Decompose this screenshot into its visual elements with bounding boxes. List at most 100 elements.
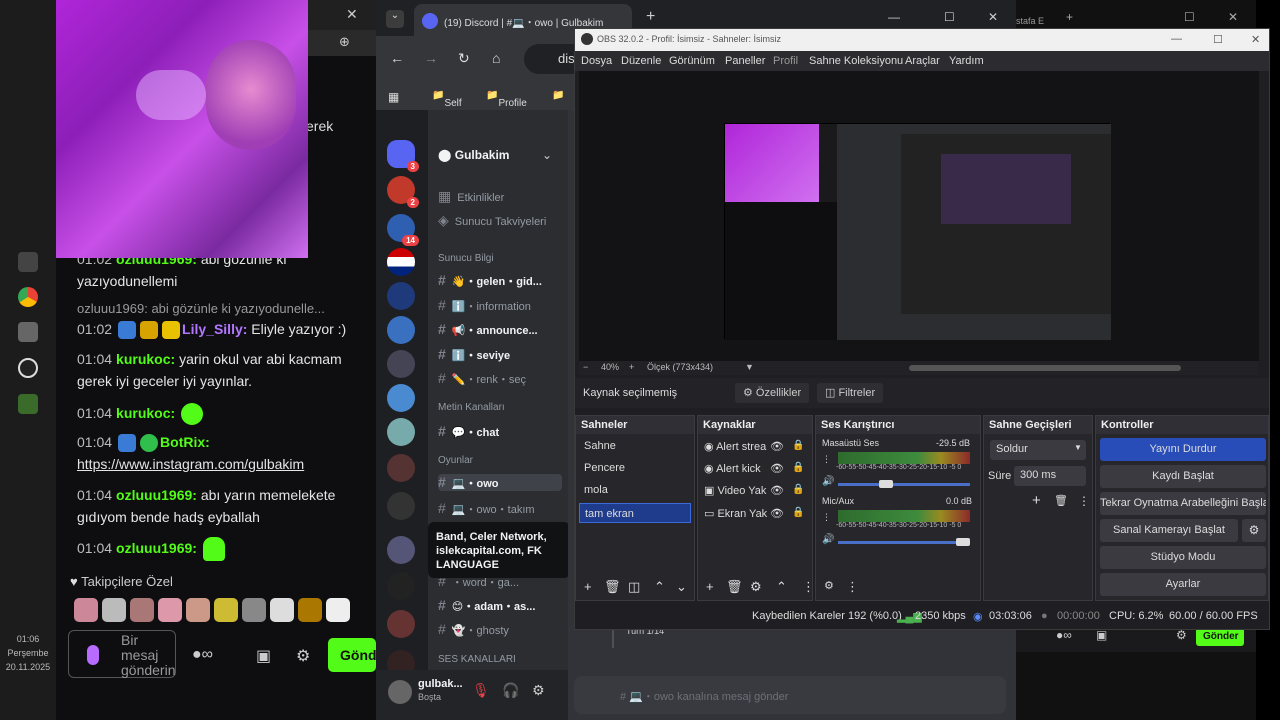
channel-item-selected[interactable]: # 💻・owo: [438, 474, 562, 491]
more-icon[interactable]: ⋮: [822, 454, 831, 465]
minimize-icon[interactable]: —: [888, 10, 900, 24]
new-tab-icon[interactable]: +: [1066, 10, 1073, 24]
bookmark-self[interactable]: 📁 Self: [432, 90, 462, 109]
emote-icon[interactable]: [214, 598, 238, 622]
zoom-out-icon[interactable]: −: [583, 362, 588, 372]
home-icon[interactable]: ⌂: [492, 50, 500, 66]
channel-item[interactable]: # 📢・announce...: [438, 321, 573, 338]
more-icon[interactable]: ⋮: [802, 579, 815, 595]
maximize-icon[interactable]: ☐: [944, 10, 955, 24]
lock-icon[interactable]: 🔒: [792, 484, 804, 495]
channel-item[interactable]: # 👻・ghosty: [438, 621, 573, 638]
eye-icon[interactable]: 👁: [770, 507, 784, 520]
events-item[interactable]: ▦ Etkinlikler: [438, 188, 573, 205]
server-icon[interactable]: 2: [387, 176, 419, 208]
server-folder-icon[interactable]: [387, 572, 415, 600]
scale-dropdown-icon[interactable]: ▼: [745, 362, 754, 372]
emote-icon[interactable]: [242, 598, 266, 622]
forward-icon[interactable]: →: [424, 50, 438, 66]
volume-slider[interactable]: [838, 538, 970, 546]
channel-item[interactable]: # 💬・chat: [438, 423, 573, 440]
close-icon[interactable]: ✕: [1228, 10, 1238, 24]
channel-item[interactable]: # ✏️・renk・seç: [438, 370, 573, 387]
emote-icon[interactable]: [158, 598, 182, 622]
boosts-item[interactable]: ◈ Sunucu Takviyeleri: [438, 212, 573, 229]
send-button[interactable]: Gönder: [328, 638, 376, 672]
reload-icon[interactable]: ↻: [458, 50, 470, 67]
close-icon[interactable]: ✕: [988, 10, 998, 24]
start-replay-buffer-button[interactable]: Tekrar Oynatma Arabelleğini Başlat: [1100, 492, 1266, 515]
move-down-icon[interactable]: ⌄: [676, 579, 687, 595]
emote-icon[interactable]: [270, 598, 294, 622]
virtual-camera-settings-icon[interactable]: ⚙: [1242, 519, 1266, 542]
server-folder-icon[interactable]: [387, 536, 415, 564]
server-folder-icon[interactable]: [387, 610, 415, 638]
volume-slider-knob[interactable]: [956, 538, 970, 546]
mic-muted-icon[interactable]: 🎙: [472, 682, 490, 699]
zoom-level[interactable]: 40%: [601, 362, 619, 372]
emote-icon[interactable]: [102, 598, 126, 622]
eye-icon[interactable]: 👁: [770, 484, 784, 497]
minimize-icon[interactable]: —: [1171, 33, 1182, 45]
menu-help[interactable]: Yardım: [949, 55, 984, 67]
emote-icon[interactable]: [326, 598, 350, 622]
server-icon[interactable]: [387, 350, 415, 378]
obs-preview[interactable]: [579, 71, 1259, 363]
server-icon[interactable]: 14: [387, 214, 419, 246]
more-icon[interactable]: ⋮: [822, 512, 831, 523]
message-input[interactable]: # 💻・owo kanalına mesaj gönder: [574, 676, 1006, 714]
start-virtual-camera-button[interactable]: Sanal Kamerayı Başlat: [1100, 519, 1238, 542]
channel-item[interactable]: # 😊・adam・as...: [438, 597, 573, 614]
channel-item[interactable]: # ℹ️・information: [438, 297, 573, 314]
avatar[interactable]: [388, 680, 412, 704]
start-recording-button[interactable]: Kaydı Başlat: [1100, 465, 1266, 488]
server-name[interactable]: ⬤ Gulbakim: [438, 148, 509, 162]
server-icon[interactable]: [387, 248, 415, 276]
menu-scene-collection[interactable]: Sahne Koleksiyonu: [809, 55, 903, 67]
zoom-button[interactable]: ⊕: [306, 30, 376, 56]
stop-streaming-button[interactable]: Yayını Durdur: [1100, 438, 1266, 461]
close-icon[interactable]: ✕: [1251, 33, 1260, 46]
chat-input[interactable]: Bir mesaj gönderin: [68, 630, 176, 678]
emote-icon[interactable]: [130, 598, 154, 622]
category-games[interactable]: Oyunlar: [438, 455, 473, 466]
channel-item[interactable]: # 💻・owo・takım: [438, 500, 573, 517]
scene-item-selected[interactable]: tam ekran: [579, 503, 691, 523]
move-up-icon[interactable]: ⌃: [654, 579, 665, 595]
instagram-link[interactable]: https://www.instagram.com/gulbakim: [77, 456, 304, 472]
mic-icon[interactable]: [87, 645, 99, 665]
app-icon[interactable]: [18, 322, 38, 342]
gear-icon[interactable]: ⚙: [296, 646, 310, 666]
gear-icon[interactable]: ⚙: [532, 682, 545, 699]
emote-icon[interactable]: [74, 598, 98, 622]
menu-edit[interactable]: Düzenle: [621, 55, 661, 67]
transition-select[interactable]: Soldur ▼: [990, 440, 1086, 460]
category-server-info[interactable]: Sunucu Bilgi: [438, 253, 494, 264]
menu-profile[interactable]: Profil: [773, 55, 798, 67]
channel-item[interactable]: # 👋・gelen・gid...: [438, 272, 573, 289]
speaker-icon[interactable]: 🔊: [822, 476, 834, 487]
more-icon[interactable]: ⋮: [846, 579, 859, 595]
folder-icon[interactable]: 📁: [552, 90, 564, 101]
zoom-in-icon[interactable]: +: [629, 362, 634, 372]
server-icon[interactable]: [387, 316, 415, 344]
send-button[interactable]: Gönder: [1196, 628, 1244, 646]
settings-icon[interactable]: [18, 252, 38, 272]
add-icon[interactable]: +: [706, 579, 714, 594]
scene-item[interactable]: mola: [579, 480, 691, 500]
scene-item[interactable]: Sahne: [579, 436, 691, 456]
server-icon[interactable]: [387, 418, 415, 446]
eye-icon[interactable]: 👁: [770, 440, 784, 453]
server-folder-icon[interactable]: [387, 492, 415, 520]
filters-button[interactable]: ◫ Filtreler: [817, 383, 884, 403]
bookmark-profile[interactable]: 📁 Profile: [486, 90, 527, 109]
category-voice[interactable]: SES KANALLARI: [438, 654, 516, 665]
more-icon[interactable]: ⋮: [1078, 494, 1090, 508]
apps-icon[interactable]: ▦: [388, 90, 399, 104]
mixer-settings-icon[interactable]: ⚙: [824, 579, 834, 592]
trash-icon[interactable]: 🗑: [1054, 494, 1068, 507]
server-folder-icon[interactable]: [387, 454, 415, 482]
settings-button[interactable]: Ayarlar: [1100, 573, 1266, 596]
gear-icon[interactable]: ⚙: [1176, 628, 1187, 642]
emote-picker-icon[interactable]: ●∞: [1056, 628, 1072, 642]
